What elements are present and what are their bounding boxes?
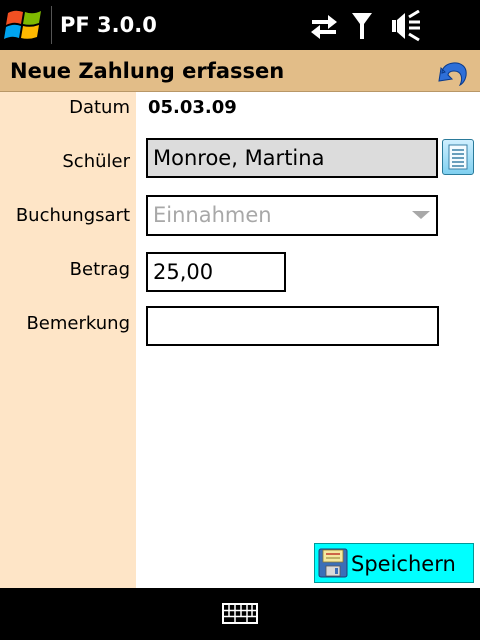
save-button-label: Speichern [351, 552, 456, 576]
keyboard-icon[interactable] [222, 602, 258, 626]
soft-key-bar [0, 588, 480, 640]
betrag-field[interactable]: 25,00 [146, 252, 286, 292]
buchungsart-select[interactable]: Einnahmen [146, 195, 438, 236]
chevron-down-icon [412, 211, 430, 219]
datum-label: Datum [69, 97, 130, 118]
buchungsart-value: Einnahmen [153, 203, 272, 227]
signal-antenna-icon[interactable] [350, 10, 374, 46]
status-divider [51, 6, 52, 44]
bemerkung-field[interactable] [146, 306, 439, 346]
screen: PF 3.0.0 Neue Zahlung erfassen Datum 05.… [0, 0, 480, 640]
data-sync-icon[interactable] [308, 10, 340, 46]
status-bar: PF 3.0.0 [0, 0, 480, 50]
form-area: Datum 05.03.09 Schüler Monroe, Martina B… [0, 92, 480, 588]
datum-value: 05.03.09 [148, 97, 237, 118]
betrag-label: Betrag [69, 259, 130, 280]
list-lookup-icon[interactable] [442, 139, 474, 175]
speaker-muted-icon[interactable] [390, 9, 424, 46]
page-title: Neue Zahlung erfassen [10, 59, 285, 83]
bemerkung-label: Bemerkung [26, 313, 130, 334]
schueler-field[interactable]: Monroe, Martina [146, 138, 438, 178]
page-header: Neue Zahlung erfassen [0, 50, 480, 92]
buchungsart-label: Buchungsart [15, 205, 130, 226]
schueler-label: Schüler [62, 151, 130, 172]
undo-arrow-icon[interactable] [436, 53, 472, 89]
floppy-disk-icon [318, 548, 348, 578]
windows-start-icon[interactable] [4, 4, 46, 46]
app-title: PF 3.0.0 [60, 13, 157, 37]
save-button[interactable]: Speichern [314, 543, 474, 583]
